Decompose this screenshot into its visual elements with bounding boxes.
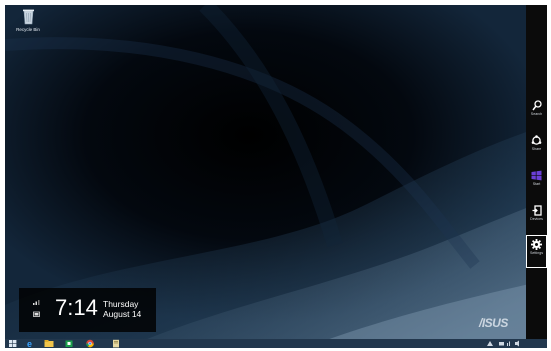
chrome-icon[interactable] [84, 339, 96, 348]
charm-search-label: Search [530, 112, 543, 116]
charms-bar: Search Share Start Devices Settings [526, 5, 547, 339]
devices-icon [532, 205, 542, 216]
store-icon[interactable] [63, 339, 75, 348]
clock-time: 7:14 [55, 295, 98, 320]
desktop-screen: Recycle Bin 7:14 Thursday August 14 /ISU… [5, 5, 547, 348]
charm-devices-label: Devices [530, 217, 543, 221]
clock-day: Thursday [103, 299, 139, 309]
charm-start-label: Start [532, 182, 541, 186]
recycle-bin-label: Recycle Bin [16, 27, 40, 32]
search-icon [531, 100, 542, 111]
file-explorer-icon[interactable] [43, 339, 55, 348]
svg-text:e: e [27, 339, 32, 348]
taskbar: e [5, 339, 547, 348]
tray-battery-icon [499, 342, 504, 346]
charm-devices[interactable]: Devices [526, 202, 547, 233]
start-button-icon[interactable] [7, 339, 19, 348]
desktop-icon-recycle-bin[interactable]: Recycle Bin [11, 8, 45, 32]
clock-month-day: August 14 [103, 309, 142, 319]
charm-share[interactable]: Share [526, 132, 547, 163]
document-app-icon[interactable] [110, 339, 122, 348]
clock-panel: 7:14 Thursday August 14 [19, 288, 156, 332]
charm-share-label: Share [531, 147, 542, 151]
system-tray[interactable] [485, 340, 525, 347]
battery-icon [33, 311, 40, 317]
charm-search[interactable]: Search [526, 97, 547, 128]
network-icon [33, 300, 40, 305]
charm-settings[interactable]: Settings [526, 235, 547, 268]
windows-logo-icon [531, 170, 542, 181]
charm-start[interactable]: Start [526, 167, 547, 198]
internet-explorer-icon[interactable]: e [25, 339, 37, 348]
charm-settings-label: Settings [530, 251, 543, 255]
gear-icon [531, 239, 542, 250]
share-icon [531, 135, 542, 145]
status-icons [33, 299, 43, 323]
clock-date: Thursday August 14 [103, 299, 141, 319]
asus-logo: /ISUS [479, 316, 508, 330]
tray-volume-icon [515, 340, 519, 347]
recycle-bin-icon [22, 9, 34, 25]
tray-arrow-icon [487, 341, 493, 346]
